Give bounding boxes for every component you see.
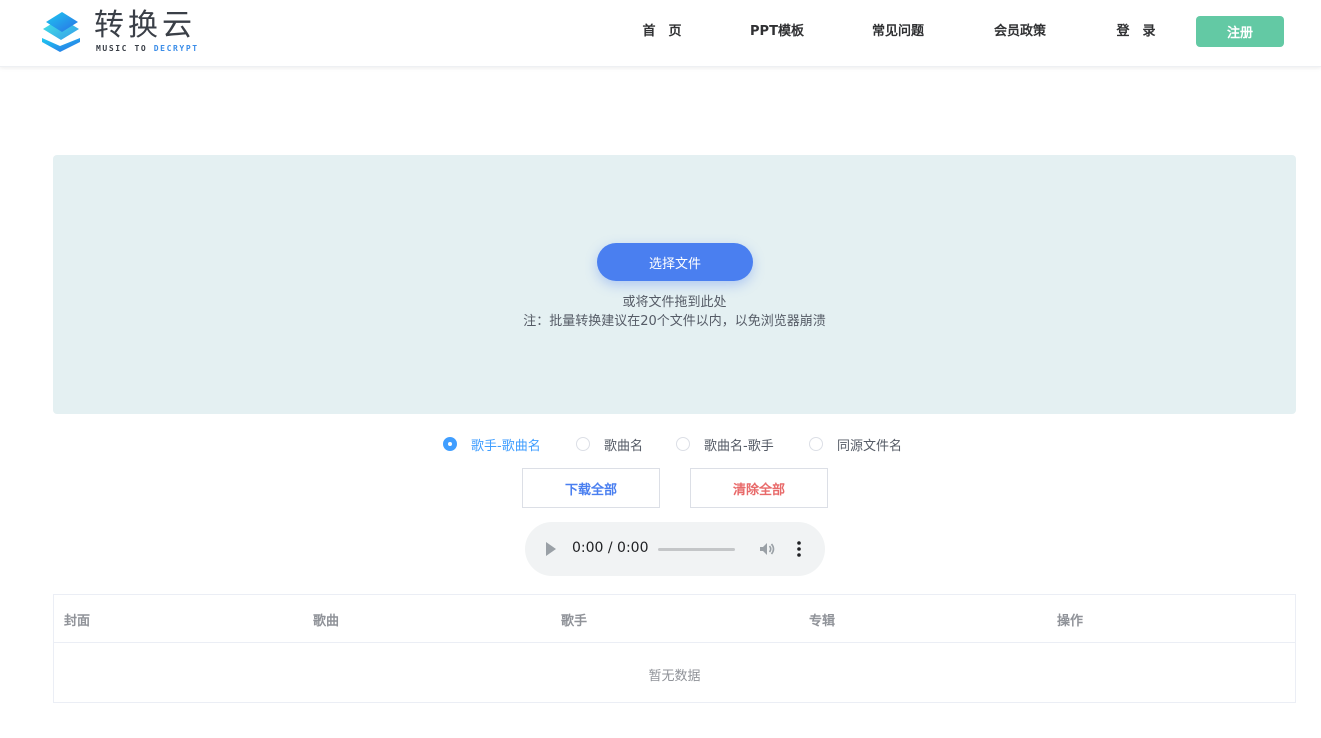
volume-icon[interactable] [758,540,776,558]
table-header-row: 封面 歌曲 歌手 专辑 操作 [54,595,1295,643]
radio-artist-song[interactable]: 歌手-歌曲名 [443,435,541,454]
column-header-actions: 操作 [1057,614,1084,629]
radio-label: 同源文件名 [837,438,903,454]
conversion-table: 封面 歌曲 歌手 专辑 操作 暂无数据 [53,594,1296,703]
audio-player: 0:00 / 0:00 [525,522,825,576]
batch-limit-note: 注：批量转换建议在20个文件以内，以免浏览器崩溃 [523,314,826,329]
choose-file-button[interactable]: 选择文件 [597,243,753,281]
nav-ppt-templates[interactable]: PPT模板 [742,22,812,42]
table-empty-text: 暂无数据 [648,669,701,684]
site-logo[interactable]: 转换云 MUSIC TO DECRYPT [40,8,215,56]
radio-song[interactable]: 歌曲名 [576,435,644,454]
top-navbar: 转换云 MUSIC TO DECRYPT 首 页 PPT模板 常见问题 会员政策… [0,0,1321,67]
nav-faq[interactable]: 常见问题 [866,22,930,42]
column-header-album: 专辑 [809,614,836,629]
column-header-cover: 封面 [64,614,91,629]
radio-unchecked-icon [676,437,690,451]
logo-layers-icon [42,12,80,52]
column-header-artist: 歌手 [561,614,588,629]
radio-label: 歌曲名-歌手 [704,438,774,454]
clear-all-button[interactable]: 清除全部 [690,468,828,508]
logo-title: 转换云 [94,8,196,43]
download-all-button[interactable]: 下载全部 [522,468,660,508]
radio-label: 歌曲名 [604,438,644,454]
nav-login[interactable]: 登 录 [1110,22,1162,42]
radio-song-artist[interactable]: 歌曲名-歌手 [676,435,774,454]
radio-unchecked-icon [576,437,590,451]
nav-membership-policy[interactable]: 会员政策 [988,22,1052,42]
more-options-icon[interactable] [791,540,807,558]
radio-original-filename[interactable]: 同源文件名 [809,435,903,454]
register-button[interactable]: 注册 [1196,16,1284,47]
radio-unchecked-icon [809,437,823,451]
filename-format-radio-group: 歌手-歌曲名 歌曲名 歌曲名-歌手 同源文件名 [0,435,1321,454]
radio-label: 歌手-歌曲名 [471,438,541,454]
file-drop-zone[interactable]: 选择文件 或将文件拖到此处 注：批量转换建议在20个文件以内，以免浏览器崩溃 [53,155,1296,414]
logo-subtitle: MUSIC TO DECRYPT [96,44,199,53]
column-header-song: 歌曲 [313,614,340,629]
drop-hint-text: 或将文件拖到此处 [622,295,727,310]
radio-checked-icon [443,437,457,451]
progress-slider[interactable] [658,548,735,551]
play-icon[interactable] [545,541,557,557]
playback-time: 0:00 / 0:00 [572,540,649,556]
nav-home[interactable]: 首 页 [636,22,688,42]
